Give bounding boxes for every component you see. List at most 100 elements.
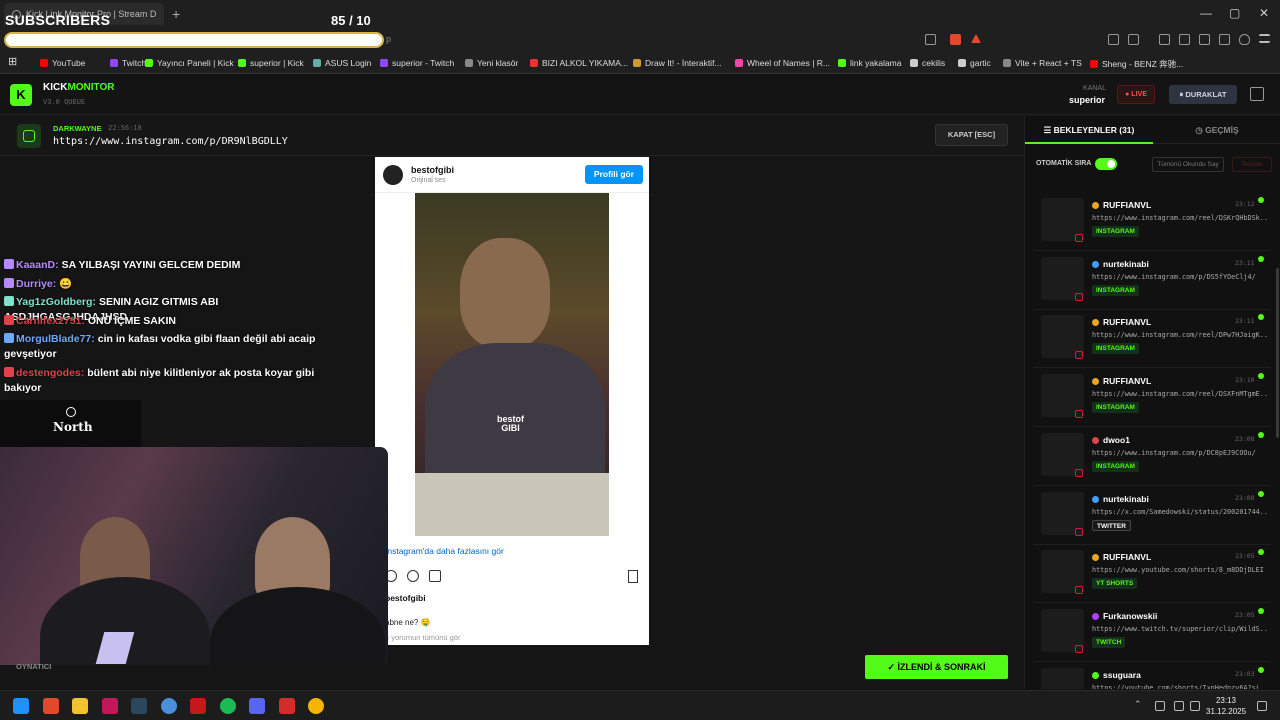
menu-icon[interactable] bbox=[1259, 34, 1270, 43]
queue-scrollbar[interactable] bbox=[1276, 268, 1279, 438]
bookmark-item[interactable]: YouTube bbox=[40, 58, 85, 68]
bookmark-item[interactable]: Wheel of Names | R... bbox=[735, 58, 830, 68]
embed-username[interactable]: bestofgibi bbox=[411, 165, 454, 175]
queue-item[interactable]: RUFFIANVL 23:11 https://www.instagram.com/… bbox=[1033, 311, 1271, 365]
bookmark-item[interactable]: Draw It! - İnteraktif... bbox=[633, 58, 722, 68]
comment-icon[interactable] bbox=[407, 570, 419, 582]
user-badge-icon bbox=[1092, 260, 1099, 268]
bookmark-item[interactable]: BIZI ALKOL YIKAMA... bbox=[530, 58, 628, 68]
embed-video[interactable] bbox=[415, 193, 609, 536]
bookmark-label: Yeni klasör bbox=[477, 58, 519, 68]
queue-item[interactable]: RUFFIANVL 23:12 https://www.instagram.com/… bbox=[1033, 194, 1271, 248]
tray-chevron-icon[interactable]: ⌃ bbox=[1134, 699, 1144, 709]
bookmark-label: BIZI ALKOL YIKAMA... bbox=[542, 58, 628, 68]
external-link-icon[interactable] bbox=[1250, 87, 1264, 101]
auto-queue-toggle[interactable] bbox=[1095, 158, 1117, 170]
bookmark-item[interactable]: cekilis bbox=[910, 58, 945, 68]
bookmark-item[interactable]: Vite + React + TS bbox=[1003, 58, 1082, 68]
vpn-icon[interactable] bbox=[1239, 34, 1250, 45]
queue-item[interactable]: nurtekinabi 23:08 https://x.com/Samedowski… bbox=[1033, 488, 1271, 542]
embed-avatar[interactable] bbox=[383, 165, 403, 185]
streamer-right-body bbox=[210, 587, 385, 665]
start-icon[interactable] bbox=[13, 698, 29, 714]
bookmark-item[interactable]: superior - Twitch bbox=[380, 58, 454, 68]
clear-button[interactable]: Temizle bbox=[1232, 157, 1272, 172]
volume-icon[interactable] bbox=[1190, 701, 1200, 711]
embed-audio-label: Orijinal ses bbox=[411, 177, 446, 184]
chat-badge-icon bbox=[4, 315, 14, 325]
chat-badge-icon bbox=[4, 333, 14, 343]
queue-user: nurtekinabi bbox=[1092, 494, 1149, 504]
minimize-icon[interactable]: — bbox=[1200, 6, 1212, 20]
queue-item[interactable]: nurtekinabi 23:11 https://www.instagram.co… bbox=[1033, 253, 1271, 307]
leo-ai-icon[interactable] bbox=[1219, 34, 1230, 45]
bookmark-item[interactable]: Yeni klasör bbox=[465, 58, 518, 68]
bookmark-item[interactable]: gartic bbox=[958, 58, 991, 68]
network-icon[interactable] bbox=[1174, 701, 1184, 711]
sidebar-icon[interactable] bbox=[1179, 34, 1190, 45]
share-post-icon[interactable] bbox=[429, 570, 441, 582]
clock[interactable]: 23:13 31.12.2025 bbox=[1206, 695, 1246, 717]
close-button[interactable]: KAPAT [ESC] bbox=[935, 124, 1008, 146]
embed-watermark: bestof GIBI bbox=[497, 415, 524, 433]
bookmark-item[interactable]: Sheng - BENZ 奔驰... bbox=[1090, 58, 1183, 70]
queue-item[interactable]: Furkanowskii 23:05 https://www.twitch.tv/s… bbox=[1033, 605, 1271, 659]
view-more-link[interactable]: Instagram'da daha fazlasını gör bbox=[385, 546, 504, 556]
view-comments-link[interactable]: 4 yorumun tümünü gör bbox=[385, 633, 460, 642]
queue-url: https://x.com/Samedowski/status/20020174… bbox=[1092, 507, 1267, 516]
anydesk-icon[interactable] bbox=[279, 698, 295, 714]
bookmark-item[interactable]: Yayıncı Paneli | Kick bbox=[145, 58, 234, 68]
mark-all-read-button[interactable]: Tümünü Okundu Say bbox=[1152, 157, 1224, 172]
link-time: 22:56:18 bbox=[108, 124, 142, 132]
bookmark-label: ASUS Login bbox=[325, 58, 372, 68]
brave-shield-icon[interactable] bbox=[950, 34, 961, 45]
user-badge-icon bbox=[1092, 319, 1099, 327]
maximize-icon[interactable]: ▢ bbox=[1229, 6, 1240, 20]
wallet-icon[interactable] bbox=[1199, 34, 1210, 45]
valorant-icon[interactable] bbox=[102, 698, 118, 714]
folder-icon[interactable] bbox=[72, 698, 88, 714]
discord-icon[interactable] bbox=[249, 698, 265, 714]
instagram-icon bbox=[17, 124, 41, 148]
app-red-icon[interactable] bbox=[190, 698, 206, 714]
bookmark-icon bbox=[1090, 60, 1098, 68]
bookmark-item[interactable]: superior | Kick bbox=[238, 58, 304, 68]
media-icon[interactable] bbox=[1159, 34, 1170, 45]
queue-item[interactable]: RUFFIANVL 23:05 https://www.youtube.com/sh… bbox=[1033, 546, 1271, 600]
apps-grid-icon[interactable]: ⊞ bbox=[8, 55, 17, 68]
mic-icon[interactable] bbox=[1155, 701, 1165, 711]
online-dot-icon bbox=[1258, 549, 1264, 556]
brave-icon[interactable] bbox=[43, 698, 59, 714]
app-globe-icon[interactable] bbox=[161, 698, 177, 714]
address-input[interactable] bbox=[4, 32, 384, 48]
save-icon[interactable] bbox=[628, 570, 638, 583]
pause-button[interactable]: ⏸ DURAKLAT bbox=[1169, 85, 1237, 104]
view-profile-button[interactable]: Profili gör bbox=[585, 165, 643, 184]
extensions-icon[interactable] bbox=[1108, 34, 1119, 45]
close-window-icon[interactable]: ✕ bbox=[1259, 6, 1269, 20]
user-badge-icon bbox=[1092, 436, 1099, 444]
watched-next-button[interactable]: ✓ İZLENDİ & SONRAKİ bbox=[865, 655, 1008, 679]
user-badge-icon bbox=[1092, 495, 1099, 503]
live-button[interactable]: ● LIVE bbox=[1117, 85, 1155, 104]
steam-icon[interactable] bbox=[131, 698, 147, 714]
spotify-icon[interactable] bbox=[220, 698, 236, 714]
bookmark-item[interactable]: link yakalama bbox=[838, 58, 902, 68]
current-link-url[interactable]: https://www.instagram.com/p/DR9NlBGDLLY bbox=[53, 136, 288, 147]
queue-item[interactable]: RUFFIANVL 23:10 https://www.instagram.com/… bbox=[1033, 370, 1271, 424]
new-tab-button[interactable]: + bbox=[172, 6, 180, 22]
capture-icon[interactable] bbox=[1128, 34, 1139, 45]
bookmark-icon bbox=[838, 59, 846, 67]
bookmark-item[interactable]: Twitch bbox=[110, 58, 146, 68]
brave-rewards-icon[interactable] bbox=[971, 34, 981, 43]
notification-icon[interactable] bbox=[1257, 701, 1267, 711]
share-icon[interactable] bbox=[925, 34, 936, 45]
tab-waiting[interactable]: ☰ BEKLEYENLER (31) bbox=[1025, 116, 1153, 144]
chrome-icon[interactable] bbox=[308, 698, 324, 714]
bookmark-item[interactable]: ASUS Login bbox=[313, 58, 371, 68]
queue-item[interactable]: ssuguara 23:03 https://youtube.com/shorts/… bbox=[1033, 664, 1271, 689]
queue-item[interactable]: dwoo1 23:08 https://www.instagram.com/p/DC… bbox=[1033, 429, 1271, 483]
platform-tag: INSTAGRAM bbox=[1092, 343, 1139, 355]
embed-caption-user[interactable]: bestofgibi bbox=[385, 593, 426, 603]
tab-history[interactable]: ◷ GEÇMİŞ bbox=[1153, 116, 1280, 144]
